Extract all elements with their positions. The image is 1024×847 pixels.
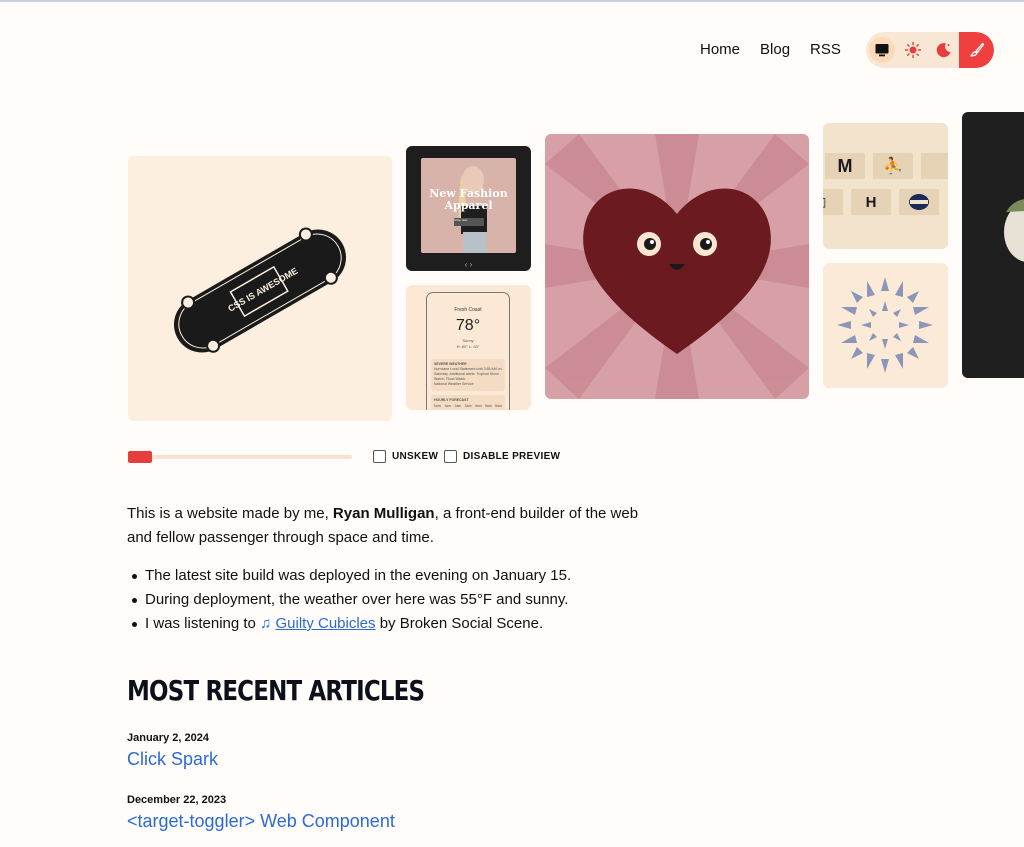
- weather-forecast-hours: Now 1am 2am 3am 4am 5am 6am: [434, 404, 502, 408]
- skateboard-tile[interactable]: CSS IS AWESOME: [128, 156, 392, 421]
- burger-king-logo-icon: [899, 189, 939, 215]
- intro-text-before: This is a website made by me,: [127, 505, 333, 522]
- weather-city: Fresh Coast: [454, 307, 482, 313]
- starburst-tile[interactable]: [823, 263, 948, 388]
- weather-forecast-title: HOURLY FORECAST: [434, 398, 469, 402]
- fashion-tile[interactable]: New Fashion Apparel Shop now ‹ ›: [406, 146, 531, 271]
- unskew-toggle[interactable]: UNSKEW: [373, 450, 438, 463]
- forecast-hour: 3am: [464, 404, 472, 408]
- disable-preview-toggle[interactable]: DISABLE PREVIEW: [444, 450, 560, 463]
- slider-track: [128, 455, 352, 459]
- forecast-hour: Now: [434, 404, 442, 408]
- forecast-hour: 2am: [454, 404, 462, 408]
- article-item: December 22, 2023 <target-toggler> Web C…: [127, 792, 395, 834]
- burger-icon: [909, 194, 929, 210]
- partial-illustration: [1004, 199, 1024, 262]
- fashion-title: New Fashion Apparel: [429, 187, 508, 212]
- brand-logos-tile[interactable]: M ⛹ ▯ H: [823, 123, 948, 249]
- heart-tile[interactable]: [545, 134, 809, 399]
- article-title-link[interactable]: Click Spark: [127, 746, 218, 772]
- author-name: Ryan Mulligan: [332, 505, 435, 522]
- carousel-arrows-icon: ‹ ›: [464, 260, 473, 269]
- skateboard-illustration: CSS IS AWESOME: [173, 227, 347, 353]
- weather-temp: 78°: [455, 317, 481, 334]
- build-status-text: The latest site build was deployed in th…: [145, 567, 572, 584]
- list-item: During deployment, the weather over here…: [127, 588, 687, 612]
- site-status-list: The latest site build was deployed in th…: [127, 564, 687, 636]
- honda-logo-icon: H: [851, 189, 891, 215]
- fashion-shop-button: Shop now: [454, 218, 484, 226]
- list-item: The latest site build was deployed in th…: [127, 564, 687, 588]
- slider-thumb[interactable]: [128, 451, 152, 463]
- article-date: December 22, 2023: [127, 794, 227, 806]
- forecast-hour: 1am: [444, 404, 452, 408]
- unskew-checkbox[interactable]: [373, 450, 386, 463]
- forecast-hour: 5am: [484, 404, 492, 408]
- weather-hilo-text: H: 80° L: 63°: [456, 344, 480, 349]
- heart-character-illustration: [545, 134, 809, 399]
- article-date: January 2, 2024: [127, 732, 209, 744]
- article-title-link[interactable]: <target-toggler> Web Component: [127, 808, 395, 834]
- weather-status-text: During deployment, the weather over here…: [145, 591, 569, 608]
- dark-partial-tile[interactable]: [962, 112, 1024, 378]
- list-item: I was listening to ♫ Guilty Cubicles by …: [127, 612, 687, 636]
- jordan-logo-icon: ⛹: [873, 153, 913, 179]
- weather-tile[interactable]: Fresh Coast 78° Sunny H: 80° L: 63° SEVE…: [406, 285, 531, 410]
- gallery-scroll-slider[interactable]: [128, 451, 352, 463]
- intro-paragraph: This is a website made by me, Ryan Mulli…: [127, 502, 667, 550]
- song-link[interactable]: Guilty Cubicles: [275, 615, 375, 632]
- brand-logo-icon: ▯: [823, 189, 843, 215]
- disable-preview-label: DISABLE PREVIEW: [463, 451, 561, 462]
- disable-preview-checkbox[interactable]: [444, 450, 457, 463]
- listening-suffix: by Broken Social Scene.: [375, 615, 544, 632]
- weather-alert-text: Hurricane Local Statement until 3:55 AM …: [434, 367, 502, 381]
- starburst-pattern-illustration: [837, 277, 933, 373]
- demo-gallery: CSS IS AWESOME New Fashion Apparel Shop …: [0, 0, 1024, 430]
- weather-forecast-box: HOURLY FORECAST Now 1am 2am 3am 4am 5am …: [431, 395, 505, 410]
- recent-articles-heading: MOST RECENT ARTICLES: [127, 674, 425, 707]
- weather-condition: Sunny H: 80° L: 63°: [427, 338, 509, 350]
- weather-alert-box: SEVERE WEATHER Hurricane Local Statement…: [431, 359, 505, 391]
- mcdonalds-logo-icon: M: [825, 153, 865, 179]
- article-item: January 2, 2024 Click Spark: [127, 730, 218, 772]
- weather-source: National Weather Service: [434, 382, 474, 386]
- listening-prefix: I was listening to: [145, 615, 261, 632]
- unskew-label: UNSKEW: [392, 451, 439, 462]
- fashion-card: New Fashion Apparel Shop now: [421, 158, 516, 253]
- forecast-hour: 6am: [495, 404, 502, 408]
- weather-phone: Fresh Coast 78° Sunny H: 80° L: 63° SEVE…: [426, 292, 510, 410]
- music-note-icon: ♫: [260, 615, 272, 632]
- brand-logo-icon: [921, 153, 948, 179]
- forecast-hour: 4am: [474, 404, 482, 408]
